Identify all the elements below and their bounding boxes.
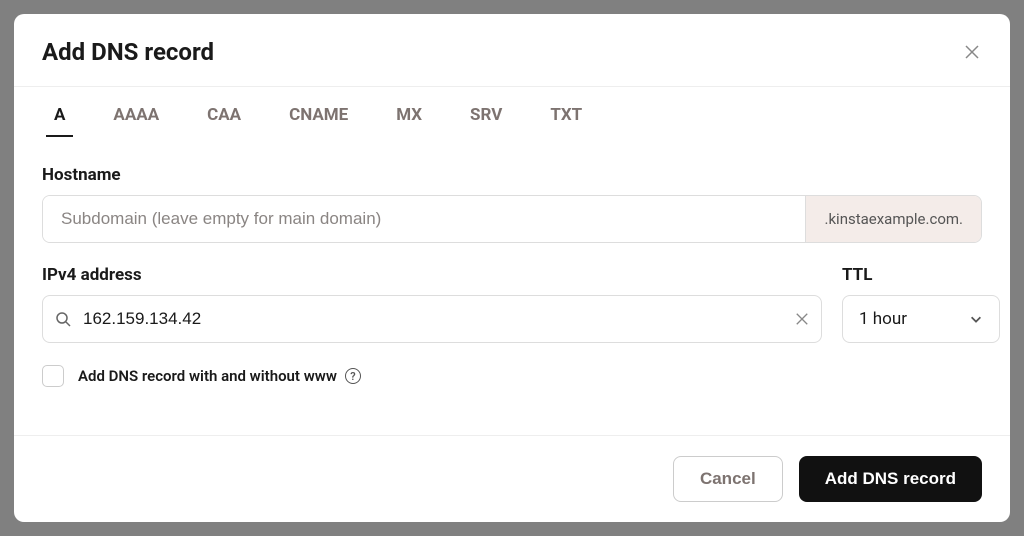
cancel-button[interactable]: Cancel [673, 456, 783, 502]
tab-srv[interactable]: SRV [470, 105, 502, 137]
close-icon[interactable] [962, 42, 982, 62]
hostname-suffix: .kinstaexample.com. [805, 196, 981, 242]
tab-caa[interactable]: CAA [207, 105, 241, 137]
record-type-tabs: A AAAA CAA CNAME MX SRV TXT [42, 87, 982, 137]
ip-field [42, 295, 822, 343]
www-checkbox-label: Add DNS record with and without www ? [78, 367, 361, 385]
search-icon [55, 311, 71, 327]
www-checkbox[interactable] [42, 365, 64, 387]
hostname-group: Hostname .kinstaexample.com. [42, 165, 982, 243]
ttl-label: TTL [842, 265, 1000, 285]
ttl-group: TTL 1 hour [842, 265, 1000, 343]
add-dns-record-modal: Add DNS record A AAAA CAA CNAME MX SRV T… [14, 14, 1010, 522]
tab-cname[interactable]: CNAME [289, 105, 348, 137]
ip-group: IPv4 address [42, 265, 822, 343]
tab-a[interactable]: A [54, 105, 65, 137]
tab-txt[interactable]: TXT [550, 105, 582, 137]
tab-mx[interactable]: MX [396, 105, 422, 137]
chevron-down-icon [969, 312, 983, 326]
tab-aaaa[interactable]: AAAA [113, 105, 159, 137]
ip-input[interactable] [79, 309, 787, 329]
hostname-field: .kinstaexample.com. [42, 195, 982, 243]
ttl-value: 1 hour [859, 309, 907, 329]
www-checkbox-row: Add DNS record with and without www ? [42, 365, 982, 387]
submit-button[interactable]: Add DNS record [799, 456, 982, 502]
modal-header: Add DNS record [14, 14, 1010, 87]
ttl-select[interactable]: 1 hour [842, 295, 1000, 343]
hostname-input[interactable] [43, 196, 805, 242]
clear-icon[interactable] [795, 312, 809, 326]
modal-body: A AAAA CAA CNAME MX SRV TXT Hostname .ki… [14, 87, 1010, 436]
help-icon[interactable]: ? [345, 368, 361, 384]
ip-label: IPv4 address [42, 265, 822, 285]
modal-footer: Cancel Add DNS record [14, 436, 1010, 522]
www-checkbox-text: Add DNS record with and without www [78, 367, 337, 385]
modal-title: Add DNS record [42, 38, 214, 66]
hostname-label: Hostname [42, 165, 982, 185]
